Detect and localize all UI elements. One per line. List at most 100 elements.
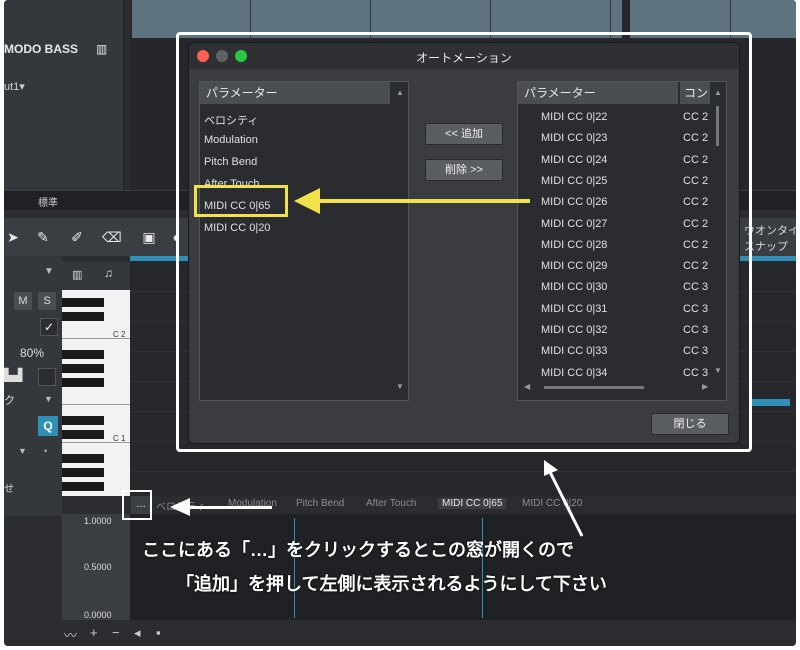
mute-tool-icon[interactable]: ▣ xyxy=(140,228,158,246)
black-key[interactable] xyxy=(62,430,104,439)
track-mode-label: ク xyxy=(4,395,15,407)
pencil-tool-icon[interactable]: ✎ xyxy=(34,228,52,246)
keyboard-icon[interactable]: ▥ xyxy=(72,268,82,281)
remove-button[interactable]: 削除 >> xyxy=(425,159,503,181)
arrow-tool-icon[interactable]: ➤ xyxy=(4,228,22,246)
caption-line-1: ここにある「…」をクリックするとこの窓が開くので xyxy=(142,540,574,560)
list-item[interactable]: MIDI CC 0|24 xyxy=(541,154,607,166)
yellow-arrow-icon xyxy=(294,188,320,214)
track-header[interactable]: MODO BASS ▥ ut1▾ xyxy=(4,0,124,190)
list-item-control: CC 2 xyxy=(683,217,709,230)
tab-after-touch[interactable]: After Touch xyxy=(366,498,416,509)
list-item[interactable]: MIDI CC 0|30 xyxy=(541,281,607,293)
velocity-percent[interactable]: 80% xyxy=(20,346,44,360)
list-item-control: CC 3 xyxy=(683,281,709,294)
highlight-box xyxy=(194,185,288,217)
scroll-up-icon[interactable]: ▲ xyxy=(396,88,404,97)
scroll-left-icon[interactable]: ◀ xyxy=(524,382,530,391)
piano-keyboard[interactable]: C 2 C 1 xyxy=(62,290,130,496)
list-item-control: CC 2 xyxy=(683,153,709,166)
scroll-handle-icon[interactable]: ▪ xyxy=(156,625,161,640)
list-item[interactable]: Pitch Bend xyxy=(204,156,257,168)
dropdown-chevron-icon[interactable]: ▼ xyxy=(44,394,53,404)
list-item-control: CC 2 xyxy=(683,174,709,187)
y-axis-max: 1.0000 xyxy=(84,516,112,526)
list-item-control: CC 3 xyxy=(683,302,709,315)
solo-button[interactable]: S xyxy=(38,292,56,310)
paint-tool-icon[interactable]: ✐ xyxy=(68,228,86,246)
black-key[interactable] xyxy=(62,468,104,477)
curve-icon[interactable]: 〰 xyxy=(64,625,77,644)
close-button[interactable]: 閉じる xyxy=(651,413,729,435)
quantize-button[interactable]: Q xyxy=(38,416,58,436)
vertical-scrollbar[interactable] xyxy=(716,106,719,146)
list-item[interactable]: MIDI CC 0|31 xyxy=(541,303,607,315)
list-item-control: CC 2 xyxy=(683,260,709,273)
y-axis-min: 0.0000 xyxy=(84,610,112,620)
scroll-up-icon[interactable]: ▲ xyxy=(714,88,722,97)
black-key[interactable] xyxy=(62,378,104,387)
list-item-control: CC 2 xyxy=(683,111,709,123)
automation-dialog: オートメーション パラメーター ▲ ▼ ベロシティ Modulation Pit… xyxy=(188,42,740,444)
yellow-arrow-line xyxy=(318,199,530,203)
dropdown-chevron-icon[interactable]: ▼ xyxy=(44,266,54,277)
scroll-left-icon[interactable]: ◂ xyxy=(134,625,141,641)
black-key[interactable] xyxy=(62,416,104,425)
list-item[interactable]: MIDI CC 0|20 xyxy=(204,222,270,234)
white-arrow-icon xyxy=(170,498,190,516)
black-key[interactable] xyxy=(62,364,104,373)
dialog-title: オートメーション xyxy=(416,51,512,65)
enable-checkbox[interactable]: ✓ xyxy=(40,318,58,336)
list-item[interactable]: MIDI CC 0|29 xyxy=(541,260,607,272)
list-item[interactable]: MIDI CC 0|34 xyxy=(541,367,607,379)
scroll-right-icon[interactable]: ▶ xyxy=(702,382,708,391)
piano-icon: ▥ xyxy=(96,42,108,56)
list-item[interactable]: MIDI CC 0|25 xyxy=(541,175,607,187)
list-item[interactable]: MIDI CC 0|23 xyxy=(541,132,607,144)
black-key[interactable] xyxy=(62,350,104,359)
dropdown-chevron-icon[interactable]: ▼ xyxy=(18,446,27,456)
add-button[interactable]: << 追加 xyxy=(425,123,503,145)
black-key[interactable] xyxy=(62,298,104,307)
black-key[interactable] xyxy=(62,312,104,321)
list-item-control: CC 3 xyxy=(683,366,709,379)
list-item-control: CC 3 xyxy=(683,345,709,358)
midi-note[interactable] xyxy=(750,399,790,406)
output-value: ut1 xyxy=(4,81,20,93)
remove-icon[interactable]: − xyxy=(112,625,120,640)
list-item[interactable]: Modulation xyxy=(204,134,258,146)
scroll-down-icon[interactable]: ▼ xyxy=(714,366,722,375)
scroll-down-icon[interactable]: ▼ xyxy=(396,382,404,391)
list-item[interactable]: MIDI CC 0|32 xyxy=(541,324,607,336)
add-icon[interactable]: + xyxy=(90,625,98,640)
grid-line xyxy=(130,471,796,472)
list-header-control: コン xyxy=(680,82,710,104)
drum-icon[interactable]: ♫ xyxy=(104,266,113,280)
black-key[interactable] xyxy=(62,454,104,463)
list-item[interactable]: MIDI CC 0|26 xyxy=(541,196,607,208)
list-item[interactable]: MIDI CC 0|28 xyxy=(541,239,607,251)
list-item[interactable]: MIDI CC 0|22 xyxy=(541,111,607,123)
option-checkbox[interactable] xyxy=(38,368,56,386)
list-item[interactable]: MIDI CC 0|33 xyxy=(541,345,607,357)
bottom-bar xyxy=(4,622,796,646)
output-selector[interactable]: ut1▾ xyxy=(4,80,25,93)
list-item[interactable]: MIDI CC 0|27 xyxy=(541,218,607,230)
selected-parameter-list[interactable]: パラメーター ▲ ▼ ベロシティ Modulation Pitch Bend A… xyxy=(199,81,409,401)
mute-button[interactable]: M xyxy=(14,292,32,310)
octave-label-c1: C 1 xyxy=(113,434,126,443)
black-key[interactable] xyxy=(62,482,104,491)
std-label: 標準 xyxy=(38,198,58,209)
tab-pitch-bend[interactable]: Pitch Bend xyxy=(296,498,344,509)
dots-highlight-box xyxy=(122,490,152,520)
tab-midi-cc-65[interactable]: MIDI CC 0|65 xyxy=(438,498,507,509)
eraser-tool-icon[interactable]: ⌫ xyxy=(102,228,122,246)
list-item[interactable]: ベロシティ xyxy=(204,112,258,128)
list-header: パラメーター xyxy=(518,82,678,104)
list-item-control: CC 3 xyxy=(683,324,709,336)
white-arrow-line xyxy=(190,506,272,509)
automation-area[interactable] xyxy=(130,514,796,620)
horizontal-scrollbar[interactable] xyxy=(544,386,644,389)
pointer-arrow-icon xyxy=(544,460,584,537)
piano-header: ▥ ♫ xyxy=(62,262,130,290)
